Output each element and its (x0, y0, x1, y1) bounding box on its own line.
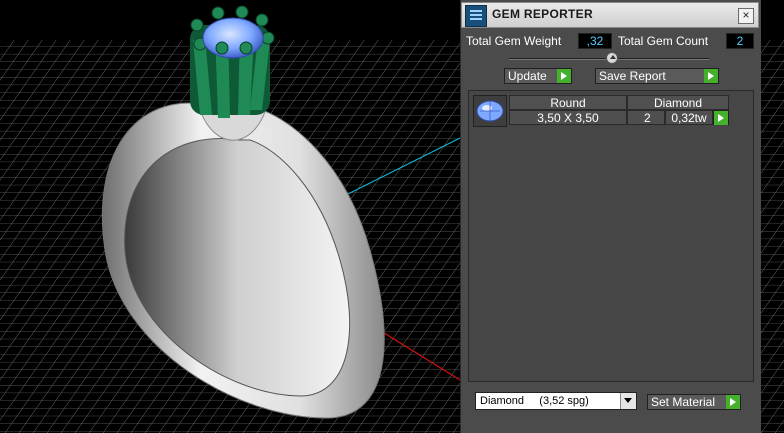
save-report-button-label: Save Report (599, 69, 666, 83)
gem-count-cell: 2 (627, 110, 665, 125)
slider-thumb[interactable] (606, 52, 618, 64)
gem-shape-cell: Round (509, 95, 627, 110)
panel-title: GEM REPORTER (492, 7, 593, 21)
gem-reporter-icon (465, 5, 487, 27)
update-button-label: Update (508, 69, 547, 83)
chevron-down-icon[interactable] (620, 393, 636, 409)
set-material-button[interactable]: Set Material (647, 394, 741, 410)
material-select-value: Diamond (3,52 spg) (480, 395, 589, 407)
material-select[interactable]: Diamond (3,52 spg) (475, 392, 637, 410)
gem-report-list: Round Diamond 3,50 X 3,50 2 0,32tw (468, 90, 754, 382)
gem-weight-cell: 0,32tw (665, 110, 713, 125)
gem-reporter-panel: GEM REPORTER × Total Gem Weight ,32 Tota… (460, 0, 761, 433)
total-gem-count-value: 2 (726, 33, 754, 49)
gem-material-cell: Diamond (627, 95, 729, 110)
gem-row-go-button[interactable] (713, 110, 729, 125)
play-icon (557, 69, 571, 83)
set-material-button-label: Set Material (651, 395, 716, 409)
panel-titlebar[interactable]: GEM REPORTER × (461, 2, 759, 28)
gem-size-cell: 3,50 X 3,50 (509, 110, 627, 125)
play-icon (704, 69, 718, 83)
total-gem-weight-value: ,32 (578, 33, 612, 49)
total-gem-weight-label: Total Gem Weight (466, 34, 562, 48)
update-button[interactable]: Update (504, 68, 572, 84)
play-icon (714, 111, 728, 125)
total-gem-count-label: Total Gem Count (618, 34, 709, 48)
play-icon (726, 395, 740, 409)
total-gem-weight: Total Gem Weight ,32 (466, 33, 612, 49)
round-gem-icon[interactable] (473, 95, 507, 127)
close-icon[interactable]: × (738, 8, 754, 24)
gemstone (202, 17, 264, 59)
save-report-button[interactable]: Save Report (595, 68, 719, 84)
total-gem-count: Total Gem Count 2 (618, 33, 758, 49)
